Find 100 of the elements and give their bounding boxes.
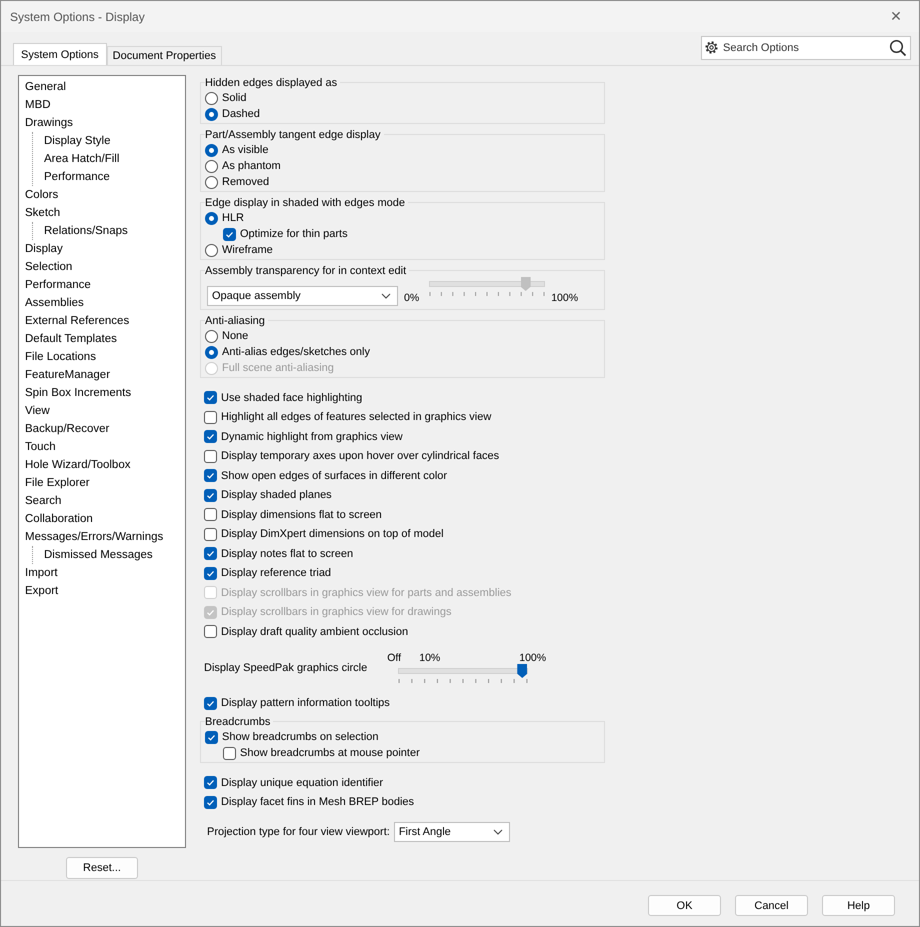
option-label: Highlight all edges of features selected in graphics view (221, 411, 492, 424)
option-label: Display facet fins in Mesh BREP bodies (221, 796, 414, 808)
chevron-icon (381, 293, 391, 299)
radio-button[interactable] (205, 176, 218, 188)
checkbox[interactable] (204, 547, 217, 560)
tree-item[interactable]: Spin Box Increments (24, 384, 132, 402)
window-title: System Options - Display (10, 10, 145, 24)
option-label: Display DimXpert dimensions on top of model (221, 528, 444, 540)
option-label: Display temporary axes upon hover over cylindrical faces (221, 450, 500, 462)
tree-item[interactable]: Backup/Recover (24, 420, 110, 438)
tree-item[interactable]: Collaboration (24, 510, 94, 528)
checkbox[interactable] (204, 796, 217, 809)
checkbox[interactable] (204, 508, 217, 522)
radio-button[interactable] (205, 346, 218, 358)
tick-label: 10% (419, 652, 442, 664)
option-label: Display pattern information tooltips (221, 697, 390, 710)
checkbox[interactable] (223, 228, 236, 240)
group-title: Edge display in shaded with edges mode (205, 196, 408, 210)
tree-item[interactable]: Colors (24, 186, 60, 204)
radio-button[interactable] (205, 244, 218, 256)
tree-item[interactable]: Display (24, 240, 64, 258)
tick-label: Off (387, 652, 402, 664)
slider-max-label: 100% (551, 292, 578, 306)
group-title: Anti-aliasing (205, 314, 268, 328)
option-label: Display reference triad (221, 567, 332, 580)
tree-item[interactable]: Touch (24, 438, 57, 456)
checkbox[interactable] (204, 528, 217, 541)
option-label: Anti-alias edges/sketches only (222, 346, 370, 358)
radio-button[interactable] (205, 330, 218, 342)
tab[interactable]: Document Properties (106, 46, 222, 65)
tree-item[interactable]: External References (24, 312, 130, 330)
option-label: Show breadcrumbs at mouse pointer (240, 747, 420, 759)
group-title: Part/Assembly tangent edge display (205, 128, 384, 142)
slider-thumb[interactable] (517, 664, 528, 678)
checkbox[interactable] (205, 730, 218, 744)
tab[interactable]: System Options (13, 43, 107, 65)
search-field[interactable]: Search Options (701, 36, 911, 60)
checkbox[interactable] (204, 776, 217, 790)
checkbox[interactable] (204, 566, 217, 580)
option-label: Show breadcrumbs on selection (222, 731, 379, 743)
gear-icon (704, 40, 719, 54)
checkbox[interactable] (204, 410, 217, 424)
option-label: Display scrollbars in graphics view for drawings (221, 606, 452, 618)
tree-item[interactable]: Export (24, 582, 60, 600)
tree-item[interactable]: MBD (24, 96, 52, 114)
option-label: Show open edges of surfaces in different color (221, 470, 448, 482)
tree-item[interactable]: Drawings (24, 114, 74, 132)
search-icon[interactable] (889, 38, 907, 56)
tree-item[interactable]: Dismissed Messages (43, 546, 154, 564)
tree-item[interactable]: Selection (24, 258, 74, 276)
slider-min-label: 0% (404, 292, 420, 306)
checkbox[interactable] (204, 450, 217, 463)
tree-item[interactable]: Hole Wizard/Toolbox (24, 456, 132, 474)
tree-item[interactable]: File Explorer (24, 474, 91, 492)
tree-item[interactable]: Relations/Snaps (43, 222, 129, 240)
tree-item[interactable]: Display Style (43, 132, 112, 150)
tree-item[interactable]: Default Templates (24, 330, 118, 348)
tree-item[interactable]: View (24, 402, 51, 420)
group-title: Hidden edges displayed as (205, 76, 340, 90)
chevron-icon (492, 829, 503, 835)
tree-item[interactable]: Search (24, 492, 62, 510)
option-label: Full scene anti-aliasing (222, 362, 334, 374)
tree-item[interactable]: Area Hatch/Fill (43, 150, 120, 168)
tree-item[interactable]: Messages/Errors/Warnings (24, 528, 164, 546)
tree-item[interactable]: Performance (24, 276, 92, 294)
option-label: As visible (222, 144, 268, 156)
radio-button[interactable] (205, 212, 218, 224)
option-label: Optimize for thin parts (240, 228, 348, 240)
dialog-button[interactable]: Cancel (735, 895, 808, 916)
dialog-button[interactable]: OK (648, 895, 721, 916)
tree-item[interactable]: Import (24, 564, 59, 582)
reset-button[interactable]: Reset... (66, 857, 138, 879)
option-label: Display shaded planes (221, 489, 332, 502)
radio-button[interactable] (205, 92, 218, 104)
checkbox[interactable] (204, 625, 217, 638)
checkbox[interactable] (204, 430, 217, 444)
dropdown[interactable]: First Angle (394, 822, 510, 842)
tree-item[interactable]: File Locations (24, 348, 97, 366)
option-label: Dynamic highlight from graphics view (221, 430, 403, 443)
slider-label: Display SpeedPak graphics circle (204, 662, 368, 674)
close-button[interactable]: ✕ (873, 1, 919, 32)
field-label: Projection type for four view viewport: (207, 826, 390, 838)
radio-button[interactable] (205, 144, 218, 156)
checkbox[interactable] (204, 696, 217, 710)
radio-button[interactable] (205, 108, 218, 120)
radio-button[interactable] (205, 160, 218, 172)
dialog-button[interactable]: Help (822, 895, 895, 916)
option-label: Display draft quality ambient occlusion (221, 626, 408, 638)
tree-item[interactable]: FeatureManager (24, 366, 112, 384)
option-label: As phantom (222, 160, 281, 172)
checkbox[interactable] (204, 469, 217, 482)
tree-item[interactable]: Assemblies (24, 294, 85, 312)
checkbox[interactable] (223, 746, 236, 760)
checkbox[interactable] (204, 488, 217, 502)
tree-item[interactable]: General (24, 78, 67, 96)
option-label: Wireframe (222, 244, 273, 256)
tree-item[interactable]: Sketch (24, 204, 62, 222)
option-label: Dashed (222, 108, 260, 120)
checkbox[interactable] (204, 391, 217, 404)
tree-item[interactable]: Performance (43, 168, 111, 186)
